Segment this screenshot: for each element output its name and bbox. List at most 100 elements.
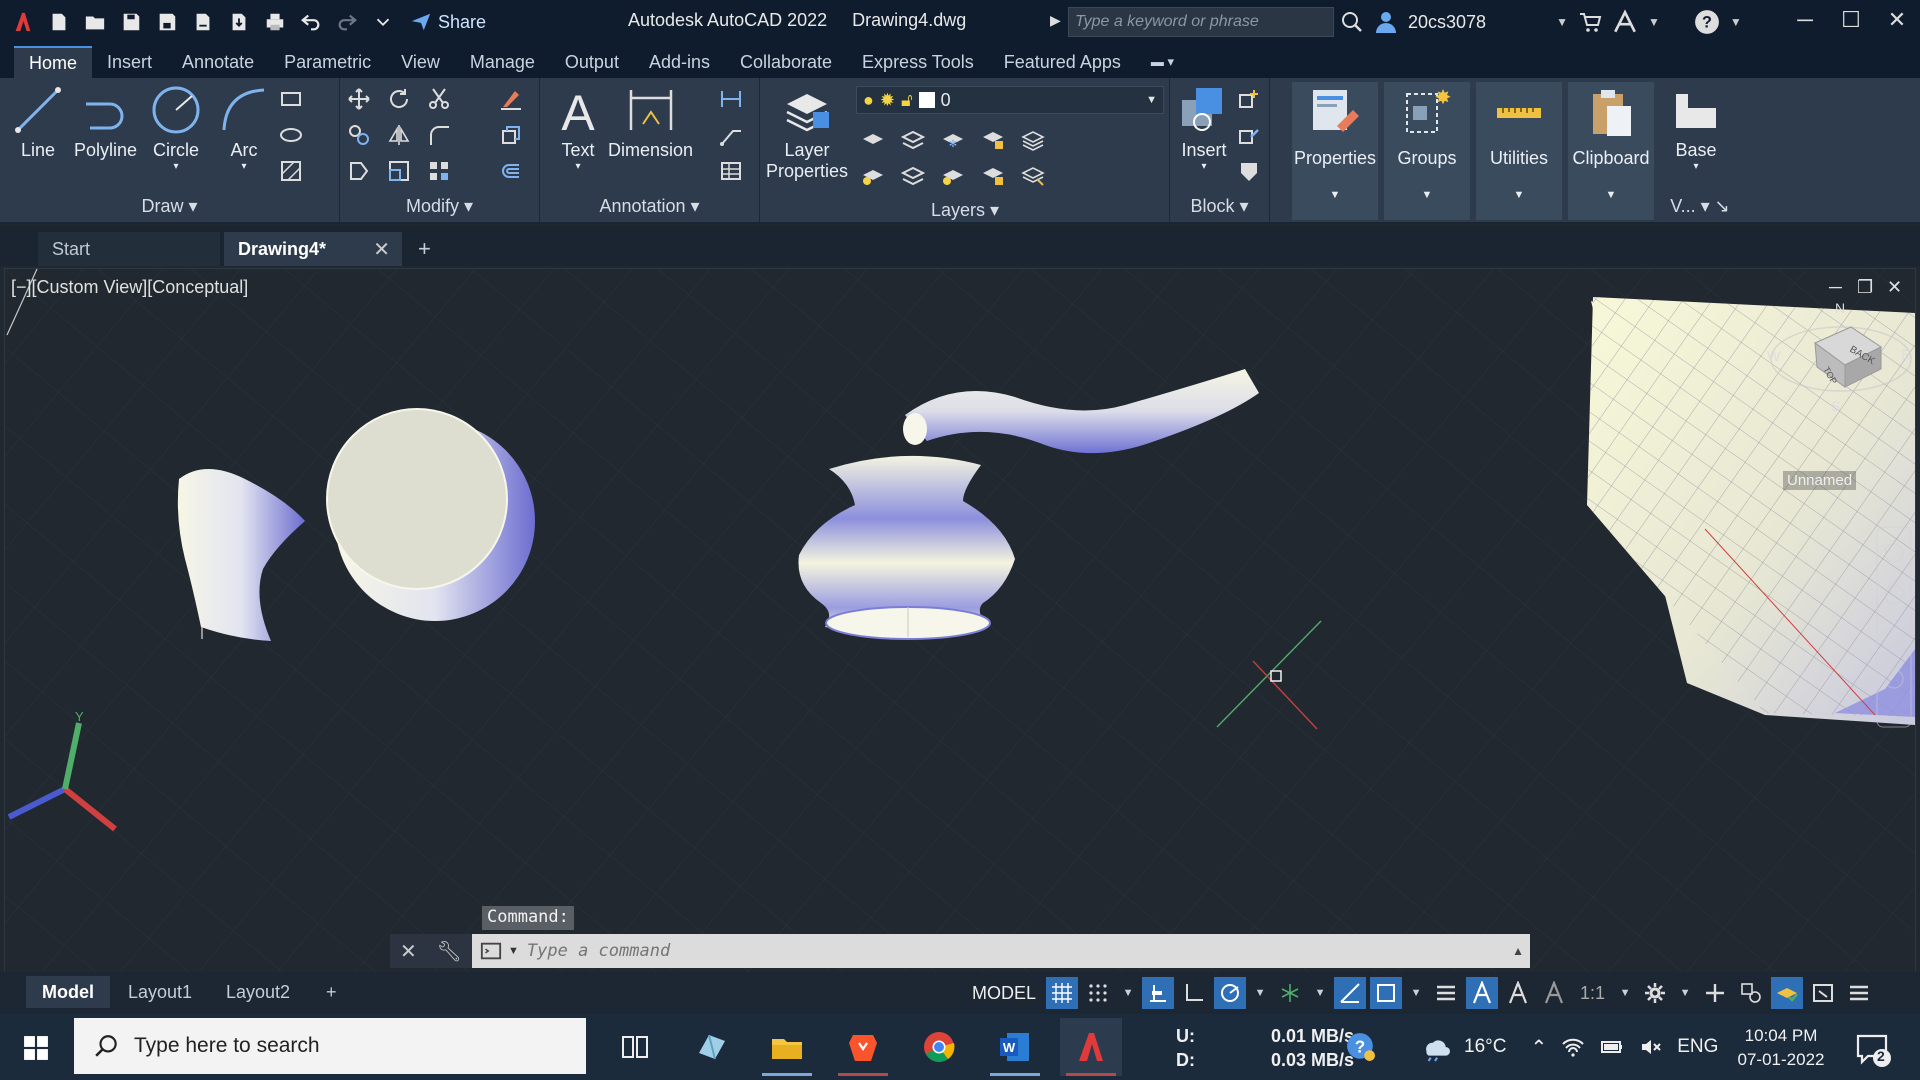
isodraft-dropdown-icon[interactable]: ▼ <box>1310 977 1330 1009</box>
model-space-button[interactable]: MODEL <box>966 983 1042 1004</box>
windows-start-icon[interactable] <box>14 1026 58 1070</box>
user-dropdown-icon[interactable]: ▼ <box>1556 15 1568 29</box>
tab-drawing4[interactable]: Drawing4* ✕ <box>224 232 402 266</box>
save-web-icon[interactable] <box>224 7 254 37</box>
make-current-icon[interactable] <box>1018 124 1048 154</box>
trim-icon[interactable] <box>424 84 454 114</box>
polar-tracking-icon[interactable] <box>1214 977 1247 1009</box>
compass-north[interactable]: N <box>1835 300 1845 316</box>
save-as-icon[interactable] <box>152 7 182 37</box>
volume-muted-icon[interactable] <box>1639 1035 1663 1059</box>
taskbar-clock[interactable]: 10:04 PM 07-01-2022 <box>1726 1024 1836 1072</box>
help-icon[interactable]: ? <box>1694 9 1720 35</box>
object-snap-icon[interactable] <box>1370 977 1403 1009</box>
command-prompt-icon[interactable]: ▼ <box>472 940 519 962</box>
tab-parametric[interactable]: Parametric <box>269 46 386 78</box>
ortho-icon[interactable] <box>1178 977 1210 1009</box>
help-dropdown-icon[interactable]: ▼ <box>1730 15 1742 29</box>
command-customize-icon[interactable]: 🔧︎ <box>437 939 462 964</box>
layer-lock-icon[interactable] <box>978 124 1008 154</box>
new-file-icon[interactable] <box>44 7 74 37</box>
lineweight-icon[interactable] <box>1430 977 1462 1009</box>
layer-thaw-icon[interactable] <box>938 160 968 190</box>
properties-panel[interactable]: Properties ▼ <box>1292 82 1378 220</box>
fillet-icon[interactable] <box>424 120 454 150</box>
user-name[interactable]: 20cs3078 <box>1408 12 1486 33</box>
wifi-icon[interactable] <box>1561 1035 1585 1059</box>
maximize-icon[interactable]: ☐ <box>1828 0 1874 40</box>
autodesk-app-icon[interactable] <box>1612 9 1638 35</box>
layer-off-icon[interactable] <box>858 124 888 154</box>
modify-panel-title[interactable]: Modify ▾ <box>340 196 539 218</box>
tab-manage[interactable]: Manage <box>455 46 550 78</box>
layer-on-icon[interactable] <box>858 160 888 190</box>
autocad-taskbar-icon[interactable] <box>1060 1018 1122 1076</box>
brave-browser-icon[interactable] <box>832 1018 894 1076</box>
match-layer-icon[interactable] <box>1018 160 1048 190</box>
application-menu-button[interactable] <box>8 7 38 37</box>
language-indicator[interactable]: ENG <box>1677 1036 1718 1058</box>
tab-home[interactable]: Home <box>14 46 93 78</box>
leader-icon[interactable] <box>716 120 746 150</box>
layer-unlock-icon[interactable] <box>978 160 1008 190</box>
line-button[interactable]: Line <box>12 84 64 161</box>
clipboard-panel[interactable]: Clipboard ▼ <box>1568 82 1654 220</box>
open-web-icon[interactable] <box>188 7 218 37</box>
file-explorer-icon[interactable] <box>756 1018 818 1076</box>
new-layout-icon[interactable]: + <box>310 976 353 1008</box>
minimize-icon[interactable]: ─ <box>1782 0 1828 40</box>
battery-icon[interactable] <box>1599 1035 1625 1059</box>
viewport-minimize-icon[interactable]: ─ <box>1829 277 1842 298</box>
workspace-gear-icon[interactable] <box>1639 977 1671 1009</box>
workspace-dropdown-icon[interactable]: ▼ <box>1675 977 1695 1009</box>
layers-panel-title[interactable]: Layers ▾ <box>760 200 1170 222</box>
tab-layout1[interactable]: Layout1 <box>112 976 208 1008</box>
command-history-toggle-icon[interactable]: ▲ <box>1512 944 1524 958</box>
temperature[interactable]: 16°C <box>1464 1036 1506 1058</box>
scale-icon[interactable] <box>384 156 414 186</box>
isolate-objects-icon[interactable] <box>1771 977 1804 1009</box>
annotation-scale-icon[interactable] <box>1538 977 1570 1009</box>
view-panel-title[interactable]: V... ▾ ↘ <box>1660 196 1740 218</box>
explode-icon[interactable] <box>496 120 526 150</box>
annotation-scale-value[interactable]: 1:1 <box>1574 983 1611 1004</box>
arc-button[interactable]: Arc ▾ <box>218 84 270 172</box>
tab-model[interactable]: Model <box>26 976 110 1008</box>
ribbon-minimize-icon[interactable]: ▬ ▾ <box>1136 46 1189 78</box>
word-icon[interactable]: W <box>984 1018 1046 1076</box>
annotation-monitor-icon[interactable] <box>1699 977 1731 1009</box>
layer-unisolate-icon[interactable] <box>898 160 928 190</box>
viewport-restore-icon[interactable]: ❐ <box>1857 277 1873 298</box>
customization-menu-icon[interactable] <box>1843 977 1875 1009</box>
annotation-visibility-icon[interactable] <box>1466 977 1499 1009</box>
share-button[interactable]: Share <box>410 11 486 33</box>
utilities-panel[interactable]: Utilities ▼ <box>1476 82 1562 220</box>
linear-dimension-icon[interactable] <box>716 84 746 114</box>
ucs-menu-label[interactable]: Unnamed <box>1783 471 1857 490</box>
notification-center-icon[interactable]: 2 <box>1852 1028 1892 1068</box>
user-icon[interactable] <box>1374 10 1398 34</box>
compass-south[interactable]: S <box>1831 398 1840 414</box>
close-icon[interactable]: ✕ <box>1874 0 1920 40</box>
block-panel-title[interactable]: Block ▾ <box>1170 196 1269 218</box>
tab-express-tools[interactable]: Express Tools <box>847 46 989 78</box>
object-snap-tracking-icon[interactable] <box>1334 977 1367 1009</box>
osnap-dropdown-icon[interactable]: ▼ <box>1406 977 1426 1009</box>
layer-freeze-icon[interactable]: ✻ <box>938 124 968 154</box>
draw-panel-title[interactable]: Draw ▾ <box>0 196 339 218</box>
save-icon[interactable] <box>116 7 146 37</box>
viewport-close-icon[interactable]: ✕ <box>1887 277 1902 298</box>
move-icon[interactable] <box>344 84 374 114</box>
search-expand-icon[interactable]: ▶ <box>1050 12 1061 29</box>
tab-featured-apps[interactable]: Featured Apps <box>989 46 1136 78</box>
command-input[interactable] <box>526 941 1487 961</box>
cart-icon[interactable] <box>1578 10 1602 34</box>
customize-qat-icon[interactable] <box>368 7 398 37</box>
copy-icon[interactable] <box>344 120 374 150</box>
task-view-icon[interactable] <box>604 1018 666 1076</box>
polar-dropdown-icon[interactable]: ▼ <box>1250 977 1270 1009</box>
tab-output[interactable]: Output <box>550 46 634 78</box>
clean-screen-icon[interactable] <box>1807 977 1839 1009</box>
viewport-controls-label[interactable]: [−][Custom View][Conceptual] <box>11 277 248 298</box>
tab-view[interactable]: View <box>386 46 455 78</box>
